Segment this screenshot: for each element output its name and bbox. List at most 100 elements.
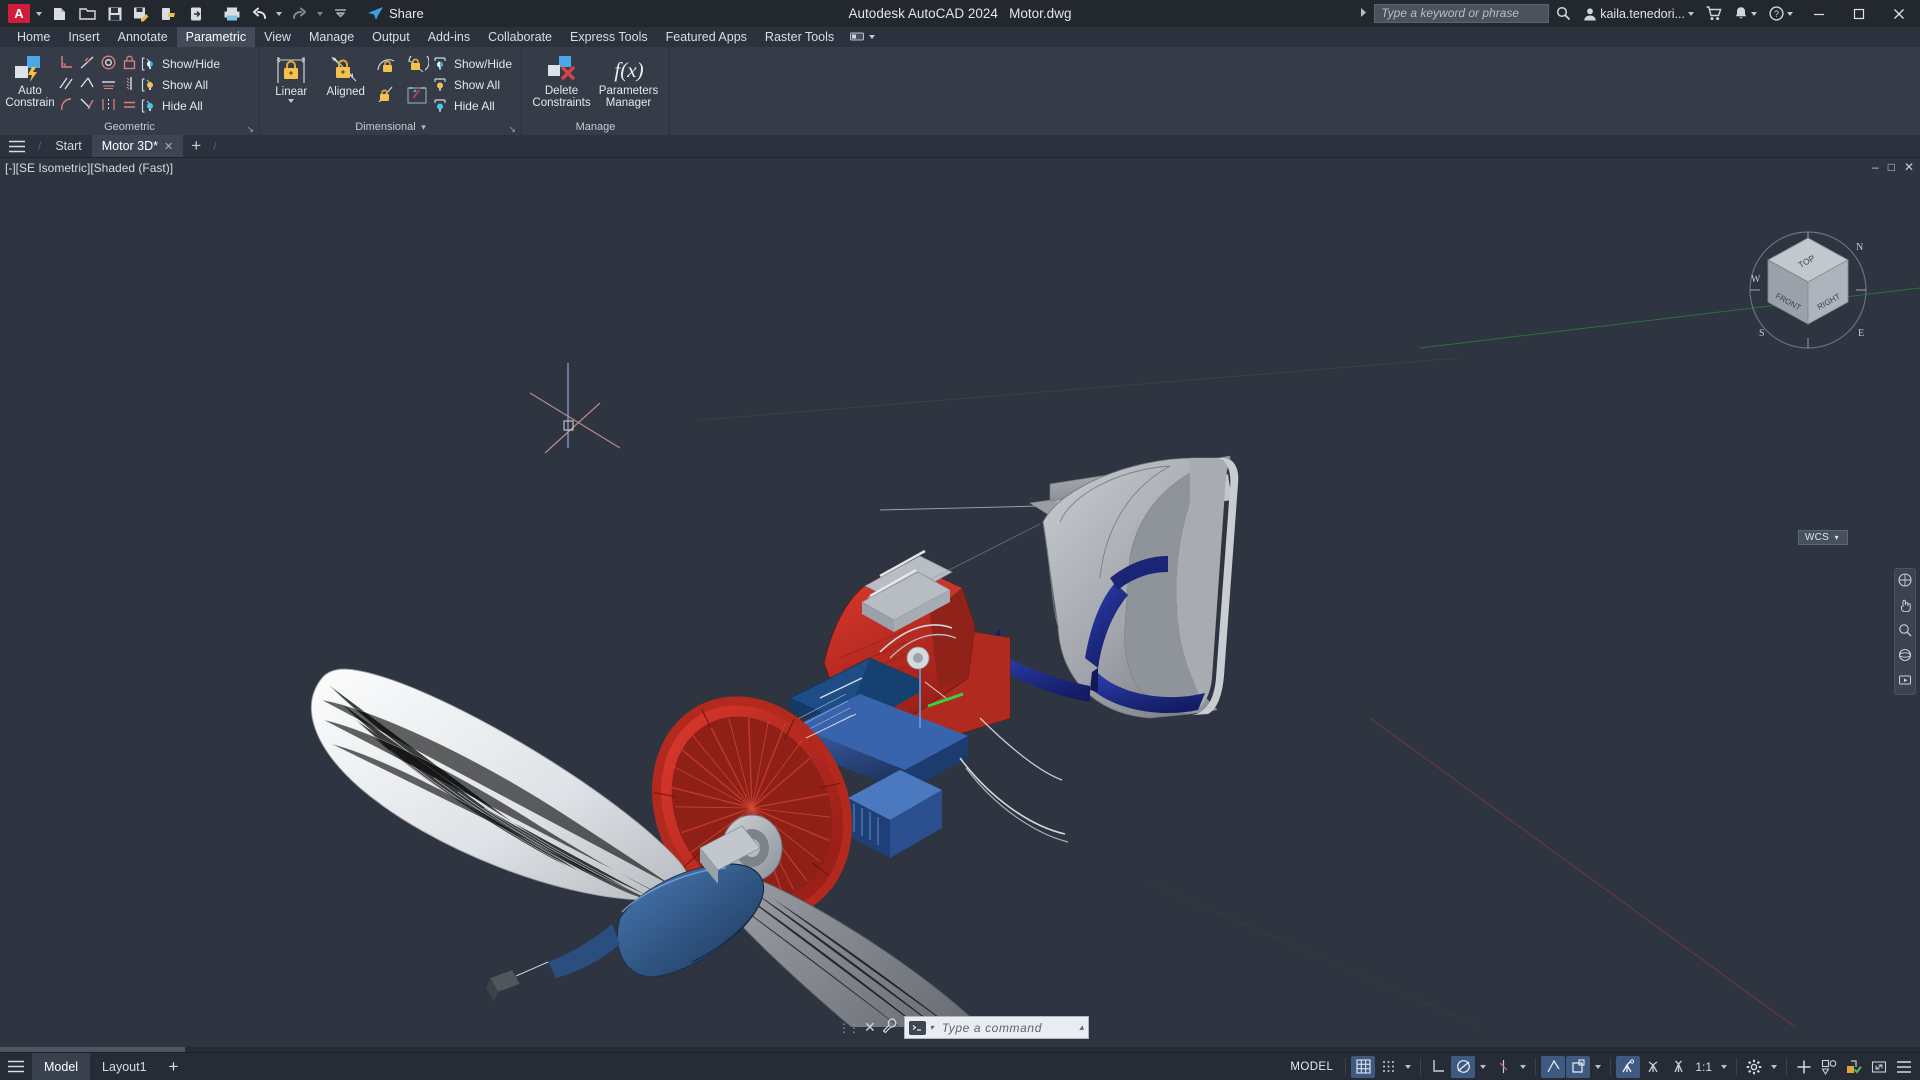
close-viewport-icon[interactable]: ✕ xyxy=(1904,160,1914,174)
ribbon-tab-addins[interactable]: Add-ins xyxy=(419,27,479,47)
person-a-icon[interactable] xyxy=(1616,1055,1641,1078)
dimensional-dialog-launcher-icon[interactable]: ↘ xyxy=(508,121,516,137)
printer-icon[interactable] xyxy=(219,2,244,26)
maximize-icon[interactable] xyxy=(1840,0,1878,27)
command-line-grip[interactable]: ⋮⋮ xyxy=(838,1021,860,1035)
pan-icon[interactable] xyxy=(1898,598,1912,615)
showmotion-icon[interactable] xyxy=(1898,673,1912,690)
coincident-constraint-icon[interactable] xyxy=(77,94,97,114)
save-icon[interactable] xyxy=(102,2,127,26)
annotation-scale-label[interactable]: 1:1 xyxy=(1691,1056,1716,1078)
export-icon[interactable] xyxy=(156,2,181,26)
zoom-extents-icon[interactable] xyxy=(1898,623,1912,640)
autodesk-logo-icon[interactable]: A xyxy=(8,4,30,23)
save-as-icon[interactable] xyxy=(129,2,154,26)
symmetric-constraint-icon[interactable] xyxy=(98,94,118,114)
objects-icon[interactable] xyxy=(1817,1056,1841,1078)
radial-dim-icon[interactable] xyxy=(403,54,431,80)
annotation-caret-icon[interactable] xyxy=(1591,1056,1605,1078)
ribbon-tab-featured-apps[interactable]: Featured Apps xyxy=(657,27,756,47)
navcube[interactable]: W S E N TOP FRONT RIGHT xyxy=(1742,220,1867,349)
grid-icon[interactable] xyxy=(1351,1055,1376,1078)
dim-show-all-button[interactable]: Show All xyxy=(431,74,517,95)
cart-icon[interactable] xyxy=(1701,2,1727,26)
chevron-up-icon[interactable]: ▴ xyxy=(1079,1022,1084,1033)
undo-arrow-icon[interactable] xyxy=(246,2,271,26)
status-hamburger-menu-icon[interactable] xyxy=(0,1060,32,1073)
redo-arrow-icon[interactable] xyxy=(287,2,312,26)
tangent-constraint-icon[interactable] xyxy=(77,52,97,72)
ribbon-tab-express-tools[interactable]: Express Tools xyxy=(561,27,657,47)
angular-dim-icon[interactable] xyxy=(373,54,401,80)
annotation-box-icon[interactable] xyxy=(1566,1055,1591,1078)
layout-tab-layout1[interactable]: Layout1 xyxy=(90,1053,158,1080)
polar-caret-icon[interactable] xyxy=(1476,1056,1490,1078)
collinear-constraint-icon[interactable] xyxy=(98,73,118,93)
geometric-dialog-launcher-icon[interactable]: ↘ xyxy=(246,121,254,137)
account-menu[interactable]: kaila.tenedori... xyxy=(1578,2,1699,26)
customization-hamburger-icon[interactable] xyxy=(1892,1056,1916,1078)
wrench-icon[interactable] xyxy=(882,1018,898,1037)
delete-constraints-button[interactable]: Delete Constraints xyxy=(529,50,595,109)
hamburger-menu-icon[interactable] xyxy=(0,135,34,157)
file-tab-motor-3d[interactable]: Motor 3D* ✕ xyxy=(91,135,184,157)
ribbon-tab-insert[interactable]: Insert xyxy=(59,27,108,47)
minimize-icon[interactable] xyxy=(1800,0,1838,27)
geo-hide-all-button[interactable]: Hide All xyxy=(139,95,225,116)
ortho-icon[interactable] xyxy=(1426,1056,1450,1078)
bell-icon[interactable] xyxy=(1729,2,1762,26)
maximize-viewport-icon[interactable]: □ xyxy=(1888,160,1895,174)
search-input[interactable]: Type a keyword or phrase xyxy=(1374,4,1550,23)
polar-icon[interactable] xyxy=(1451,1055,1476,1078)
app-menu-caret-icon[interactable] xyxy=(36,11,42,16)
smooth-constraint-icon[interactable] xyxy=(56,94,76,114)
aligned-dimension-button[interactable]: Aligned xyxy=(318,50,372,98)
redo-caret-icon[interactable] xyxy=(314,11,326,16)
auto-constrain-button[interactable]: Auto Constrain xyxy=(4,50,56,109)
viewport-label[interactable]: [-][SE Isometric][Shaded (Fast)] xyxy=(5,161,173,175)
gear-caret-icon[interactable] xyxy=(1767,1056,1781,1078)
model-space-toggle[interactable]: MODEL xyxy=(1283,1056,1340,1078)
question-icon[interactable]: ? xyxy=(1764,2,1798,26)
layout-tab-model[interactable]: Model xyxy=(32,1053,91,1080)
search-expand-icon[interactable] xyxy=(1359,6,1368,21)
concentric-constraint-icon[interactable] xyxy=(98,52,118,72)
snap-caret-icon[interactable] xyxy=(1401,1056,1415,1078)
command-input[interactable]: ▾ Type a command ▴ xyxy=(903,1016,1089,1039)
minimize-viewport-icon[interactable]: – xyxy=(1872,160,1879,174)
linear-dim-caret-icon[interactable] xyxy=(288,99,295,103)
person-c-icon[interactable] xyxy=(1666,1056,1690,1078)
snap-dots-icon[interactable] xyxy=(1376,1056,1400,1078)
osnap-track-caret-icon[interactable] xyxy=(1516,1056,1530,1078)
orbit-icon[interactable] xyxy=(1898,648,1912,665)
full-navigation-wheel-icon[interactable] xyxy=(1898,573,1912,590)
dim-hide-all-button[interactable]: Hide All xyxy=(431,95,517,116)
vertical-constraint-icon[interactable] xyxy=(119,73,139,93)
wcs-selector[interactable]: WCS ▾ xyxy=(1797,530,1848,545)
geo-show-all-button[interactable]: Show All xyxy=(139,74,225,95)
linear-dimension-button[interactable]: Linear xyxy=(264,50,318,103)
horizontal-constraint-icon[interactable] xyxy=(77,73,97,93)
plus-icon[interactable] xyxy=(1792,1056,1816,1078)
perpendicular-constraint-icon[interactable] xyxy=(56,52,76,72)
expand-icon[interactable] xyxy=(1867,1056,1891,1078)
person-b-icon[interactable] xyxy=(1641,1056,1665,1078)
gear-icon[interactable] xyxy=(1742,1056,1766,1078)
new-tab-button[interactable]: + xyxy=(183,135,209,157)
close-tab-icon[interactable]: ✕ xyxy=(164,140,173,153)
open-folder-icon[interactable] xyxy=(75,2,100,26)
close-icon[interactable] xyxy=(1880,0,1918,27)
cloud-upload-icon[interactable] xyxy=(183,2,208,26)
ribbon-tab-home[interactable]: Home xyxy=(8,27,59,47)
diameter-dim-icon[interactable] xyxy=(373,82,401,108)
parallel-constraint-icon[interactable] xyxy=(56,73,76,93)
ribbon-tab-annotate[interactable]: Annotate xyxy=(109,27,177,47)
share-button[interactable]: Share xyxy=(361,2,430,26)
search-icon[interactable] xyxy=(1551,2,1576,26)
ribbon-tab-manage[interactable]: Manage xyxy=(300,27,363,47)
ribbon-tab-parametric[interactable]: Parametric xyxy=(176,27,256,47)
file-tab-start[interactable]: Start xyxy=(45,135,91,157)
dim-show-hide-button[interactable]: Show/Hide xyxy=(431,53,517,74)
ribbon-tab-raster-tools[interactable]: Raster Tools xyxy=(756,27,843,47)
osnap-icon[interactable] xyxy=(1541,1055,1566,1078)
